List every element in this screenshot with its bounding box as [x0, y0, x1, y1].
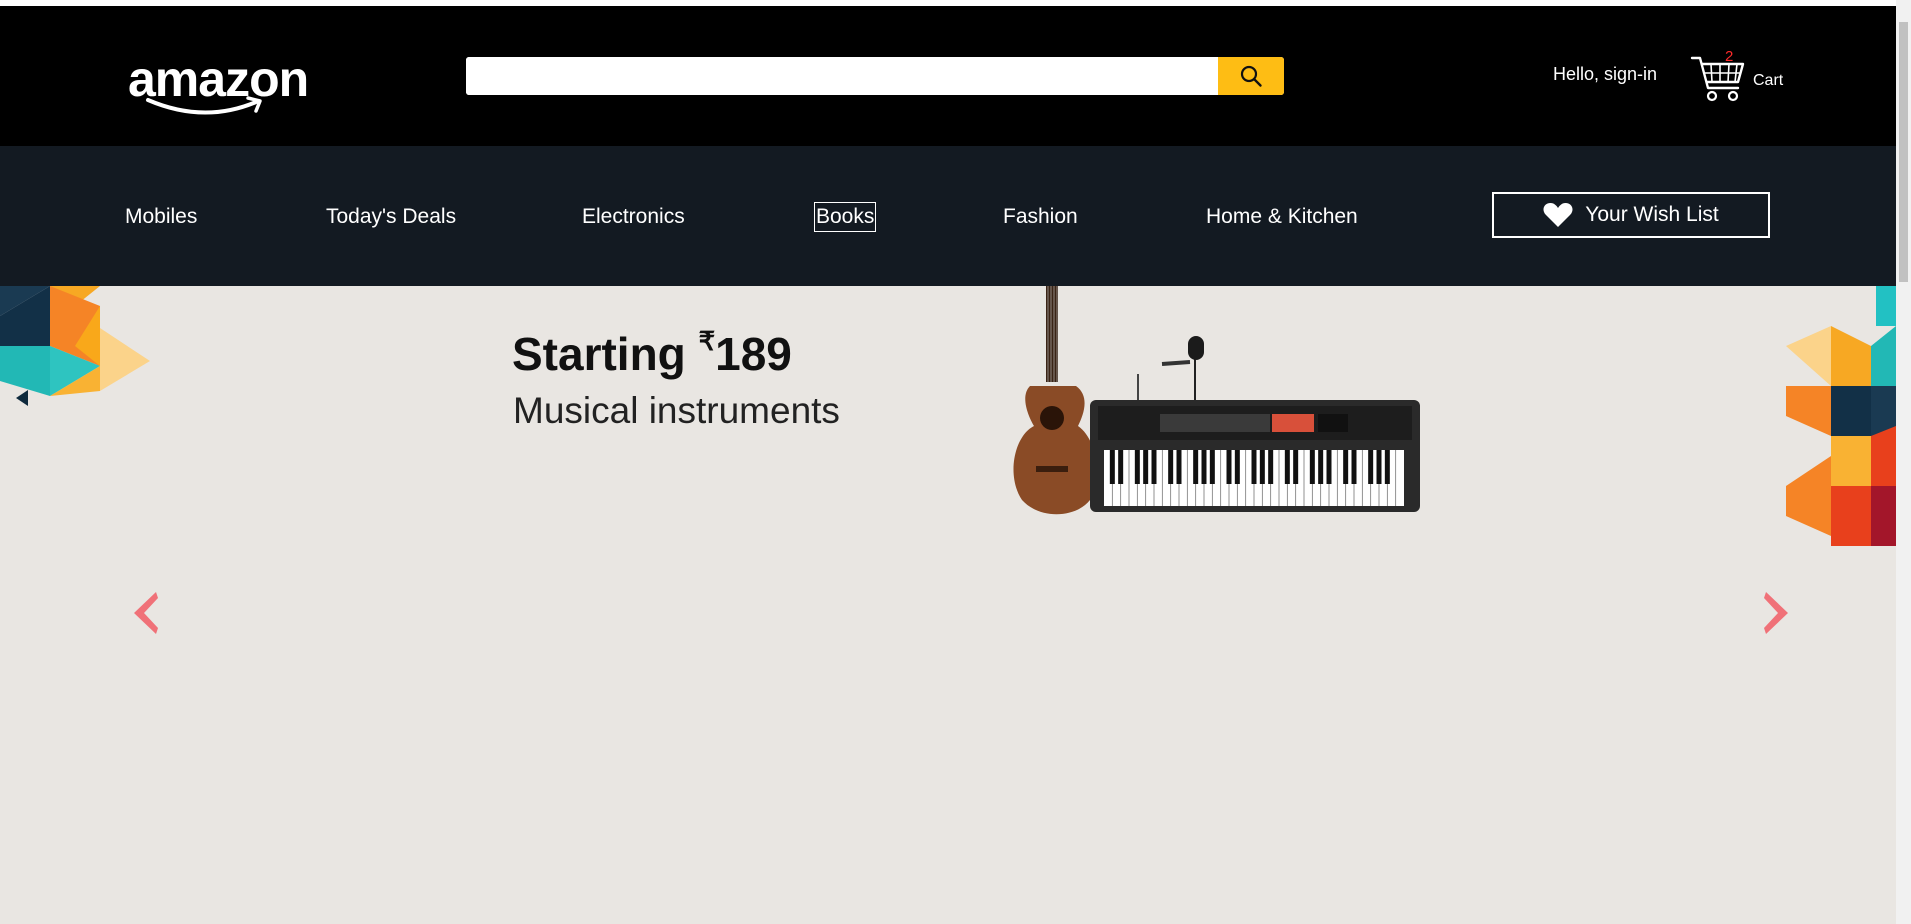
headline-prefix: Starting	[512, 328, 699, 380]
top-header: amazon Hello, sign-in 2 Cart	[0, 6, 1896, 146]
nav-item-mobiles[interactable]: Mobiles	[125, 203, 197, 231]
keyboard-image	[1090, 400, 1420, 512]
hero-carousel: Starting ₹189 Musical instruments	[0, 286, 1896, 924]
right-geometric-decoration	[1786, 286, 1896, 546]
search-bar	[466, 57, 1284, 95]
scrollbar-thumb[interactable]	[1899, 22, 1908, 282]
search-input[interactable]	[466, 57, 1218, 95]
guitar-image	[1013, 386, 1098, 515]
currency-symbol: ₹	[698, 326, 716, 356]
wish-list-button[interactable]: Your Wish List	[1492, 192, 1770, 238]
wish-list-label: Your Wish List	[1585, 203, 1719, 226]
chevron-left-icon[interactable]	[128, 588, 164, 638]
cart-count-badge: 2	[1725, 48, 1734, 65]
headline-price: 189	[715, 328, 792, 380]
microphone-image	[1188, 336, 1204, 360]
category-nav: Mobiles Today's Deals Electronics Books …	[0, 146, 1896, 286]
instruments-image	[1013, 286, 1420, 515]
sign-in-link[interactable]: Hello, sign-in	[1553, 64, 1657, 85]
banner-headline: Starting ₹189	[512, 326, 792, 381]
heart-icon	[1543, 203, 1573, 227]
nav-item-fashion[interactable]: Fashion	[1003, 203, 1078, 231]
page: amazon Hello, sign-in 2 Cart Mobiles Tod…	[0, 6, 1896, 924]
left-geometric-decoration	[0, 286, 150, 406]
nav-item-todays-deals[interactable]: Today's Deals	[326, 203, 456, 231]
nav-item-electronics[interactable]: Electronics	[582, 203, 685, 231]
search-button[interactable]	[1218, 57, 1284, 95]
cart-button[interactable]: 2 Cart	[1690, 46, 1800, 106]
chevron-right-icon[interactable]	[1758, 588, 1794, 638]
nav-item-books[interactable]: Books	[813, 202, 877, 232]
vertical-scrollbar[interactable]	[1896, 0, 1911, 924]
search-icon	[1240, 65, 1262, 87]
banner-subline: Musical instruments	[513, 390, 840, 431]
cart-label: Cart	[1753, 72, 1784, 89]
cart-icon	[1690, 56, 1745, 102]
amazon-logo[interactable]: amazon	[128, 50, 318, 130]
amazon-smile-icon	[146, 96, 262, 115]
nav-item-home-kitchen[interactable]: Home & Kitchen	[1206, 203, 1358, 231]
